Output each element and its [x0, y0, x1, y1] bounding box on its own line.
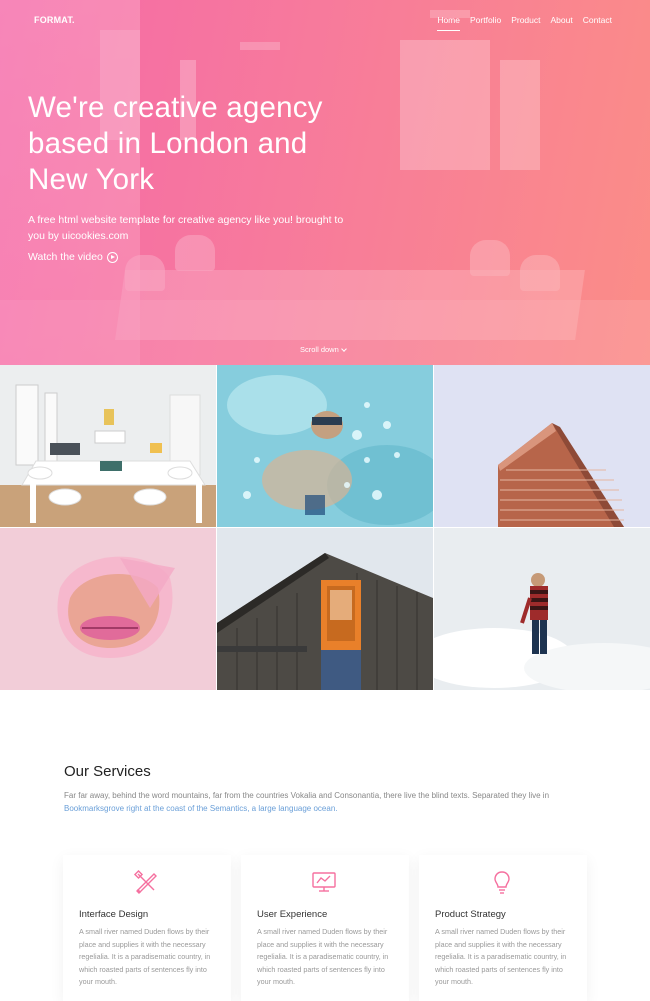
watch-video-label: Watch the video: [28, 251, 103, 263]
hero-title: We're creative agency based in London an…: [28, 91, 323, 196]
hero-section: FORMAT. Home Portfolio Product About Con…: [0, 0, 650, 365]
brand-logo[interactable]: FORMAT.: [34, 15, 75, 25]
hero-subtitle: A free html website template for creativ…: [28, 214, 344, 242]
nav-home[interactable]: Home: [437, 15, 460, 31]
gallery-item-lips[interactable]: [0, 528, 216, 690]
service-card-user-experience[interactable]: User Experience A small river named Dude…: [241, 855, 409, 1001]
play-circle-icon: [106, 251, 118, 263]
service-title: User Experience: [257, 909, 328, 920]
services-intro: Far far away, behind the word mountains,…: [64, 789, 584, 815]
gallery-item-man-clouds[interactable]: [434, 528, 650, 690]
gallery-item-swimmer[interactable]: [217, 365, 433, 527]
design-tools-icon: [133, 869, 157, 894]
main-menu: Home Portfolio Product About Contact: [437, 15, 612, 31]
service-title: Interface Design: [79, 909, 149, 920]
nav-portfolio[interactable]: Portfolio: [470, 15, 501, 31]
service-description: A small river named Duden flows by their…: [435, 927, 567, 986]
gallery-item-office[interactable]: [0, 365, 216, 527]
service-description: A small river named Duden flows by their…: [257, 927, 389, 986]
scroll-down-link[interactable]: Scroll down: [300, 345, 347, 354]
scroll-down-label: Scroll down: [300, 345, 339, 354]
gallery-item-building[interactable]: [434, 365, 650, 527]
service-card-product-strategy[interactable]: Product Strategy A small river named Dud…: [419, 855, 587, 1001]
nav-contact[interactable]: Contact: [583, 15, 612, 31]
services-intro-text: Far far away, behind the word mountains,…: [64, 791, 550, 800]
service-description: A small river named Duden flows by their…: [79, 927, 211, 986]
gallery-item-house[interactable]: [217, 528, 433, 690]
nav-product[interactable]: Product: [511, 15, 540, 31]
top-navbar: FORMAT. Home Portfolio Product About Con…: [0, 0, 650, 42]
lightbulb-icon: [494, 871, 510, 894]
services-heading: Our Services: [64, 763, 151, 780]
watch-video-link[interactable]: Watch the video: [28, 251, 118, 263]
service-title: Product Strategy: [435, 909, 506, 920]
nav-about[interactable]: About: [550, 15, 572, 31]
service-card-interface-design[interactable]: Interface Design A small river named Dud…: [63, 855, 231, 1001]
chevron-down-icon: [340, 345, 347, 352]
services-intro-link[interactable]: Bookmarksgrove right at the coast of the…: [64, 804, 338, 813]
monitor-icon: [312, 872, 336, 892]
portfolio-gallery: [0, 365, 650, 690]
